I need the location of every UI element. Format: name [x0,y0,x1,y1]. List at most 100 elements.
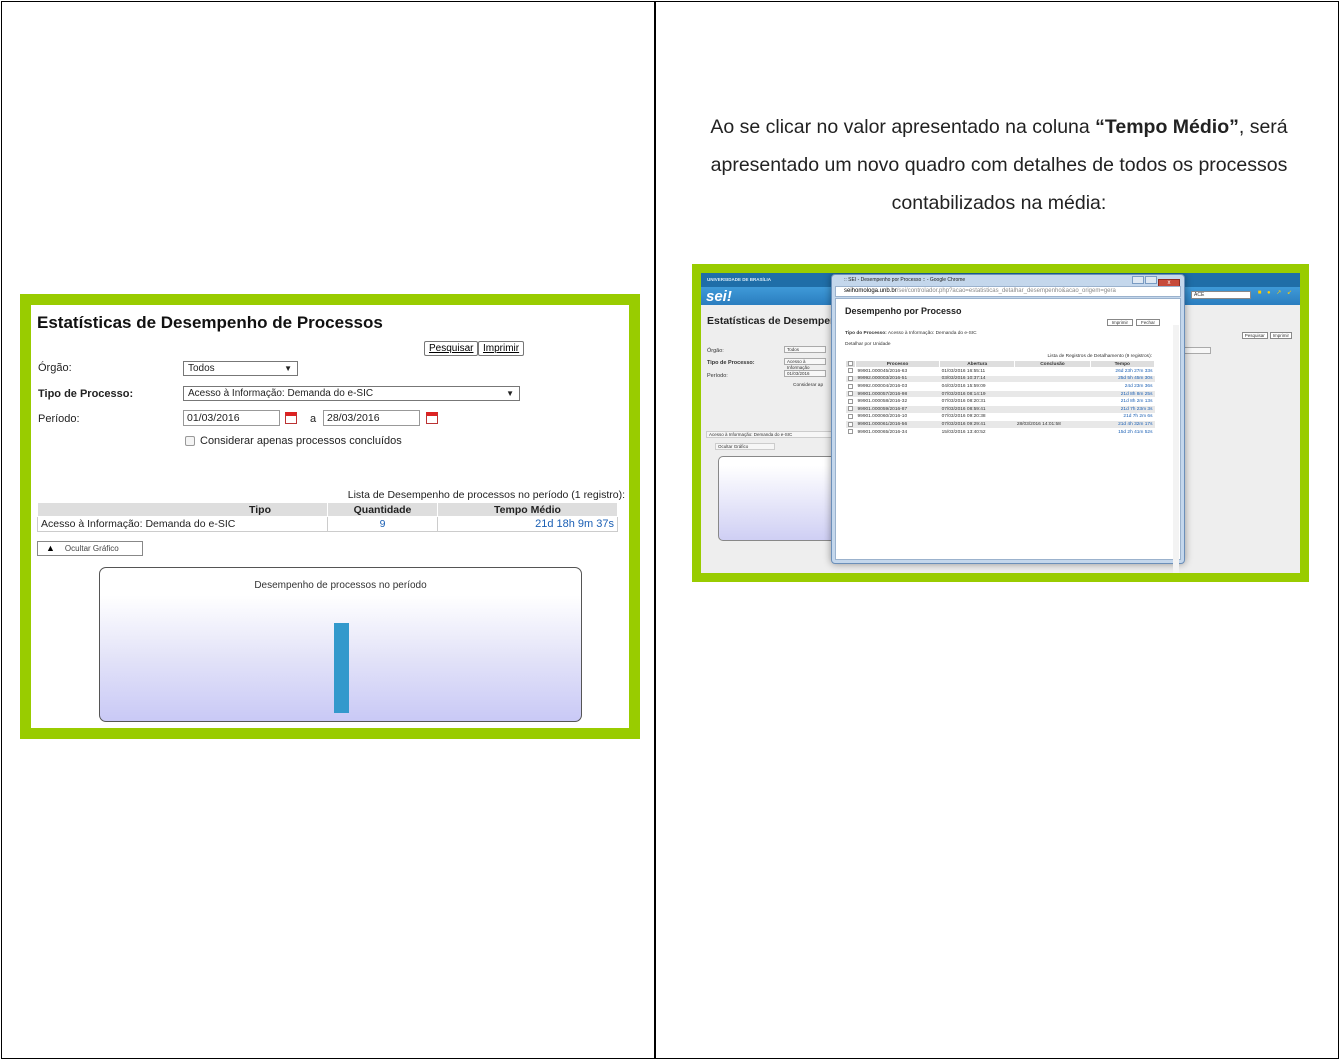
bg-hide-chart: Ocultar Gráfico [715,443,775,450]
calendar-icon[interactable] [426,412,438,424]
cell-tempo: 24d 23m 36s [1090,382,1155,391]
row-checkbox[interactable] [847,376,853,381]
periodo-label: Período: [38,413,80,425]
cell-conclusao [1014,413,1091,422]
explanation-paragraph: Ao se clicar no valor apresentado na col… [710,116,1288,214]
cell-processo[interactable]: 99901.000045/2016-63 [855,367,940,376]
bg-periodo-label: Período: [707,373,728,379]
cell-tipo: Acesso à Informação: Demanda do e-SIC [37,516,328,532]
column-header-tipo: Tipo [37,502,328,517]
bg-table-row: Acesso à Informação: Demanda do e-SIC [706,431,836,438]
tipo-processo-select[interactable]: Acesso à Informação: Demanda do e-SIC ▼ [183,386,520,401]
cell-conclusao [1014,367,1091,376]
hide-chart-button[interactable]: ▲ Ocultar Gráfico [37,541,143,556]
imprimir-button[interactable]: Imprimir [478,341,525,356]
pesquisar-button[interactable]: Pesquisar [424,341,479,356]
chart-bar [334,623,349,713]
column-header-conclusao: Conclusão [1014,360,1091,368]
cell-processo[interactable]: 99901.000061/2016-56 [855,420,940,429]
bg-orgao-select: Todos [784,346,826,353]
periodo-separator: a [310,413,317,425]
chart-panel: Desempenho de processos no período [99,567,582,722]
cell-abertura: 07/03/2016 08:20:31 [939,397,1015,406]
calendar-icon[interactable] [285,412,297,424]
cell-abertura: 07/03/2016 08:59:41 [939,405,1015,414]
cell-processo[interactable]: 99901.000060/2016-10 [855,413,940,422]
popup-tipo: Tipo do Processo: Acesso à Informação: D… [845,331,977,336]
cell-quantidade-link[interactable]: 9 [327,516,438,532]
tipo-processo-label: Tipo de Processo: [38,388,134,400]
table-row: 99992.000003/2016-51 03/03/2016 10:37:14 2… [845,375,1155,384]
cell-conclusao [1014,382,1091,391]
performance-table: Tipo Quantidade Tempo Médio Acesso à Inf… [37,502,618,532]
concluidos-checkbox[interactable] [185,436,195,446]
row-checkbox[interactable] [847,429,853,435]
scrollbar[interactable] [1173,325,1179,573]
popup-fechar-button[interactable]: Fechar [1135,319,1160,326]
column-header-abertura: Abertura [939,360,1016,368]
cell-tempo: 25d 5h 45m 30s [1090,375,1155,384]
periodo-to-input[interactable]: 28/03/2016 [323,410,420,426]
cell-conclusao [1014,390,1091,399]
cell-abertura: 07/03/2016 09:20:38 [939,413,1015,422]
cell-abertura: 04/03/2016 15:59:09 [939,382,1015,391]
cell-abertura: 01/03/2016 16:55:11 [939,367,1015,376]
address-bar[interactable]: seihomologa.unb.br/sei/controlador.php?a… [835,286,1181,297]
table-row: 99901.000059/2016-87 07/03/2016 08:59:41 2… [845,405,1155,414]
page-title: Estatísticas de Desempenho de Processos [37,313,383,332]
cell-abertura: 07/03/2016 08:14:19 [939,390,1015,399]
unit-select[interactable]: ACE [1191,291,1251,299]
column-header-tempo: Tempo [1089,360,1156,368]
cell-tempo-medio-link[interactable]: 21d 18h 9m 37s [437,516,618,532]
popup-title: Desempenho por Processo [845,306,962,316]
cell-processo[interactable]: 99901.000057/2016-98 [855,390,940,399]
cell-conclusao [1014,428,1091,437]
column-header-processo: Processo [854,360,941,368]
bg-chart [718,456,838,541]
cell-processo[interactable]: 99992.000004/2016-03 [855,382,940,391]
background-title: Estatísticas de Desempenho [707,315,850,327]
cell-processo[interactable]: 99901.000058/2016-32 [855,397,940,406]
column-header-tempo-medio: Tempo Médio [437,502,618,517]
triangle-up-icon: ▲ [46,543,55,553]
toolbar-icons: ■ ● ↗ ↙ [1257,290,1294,296]
maximize-button[interactable] [1145,276,1157,284]
orgao-select[interactable]: Todos ▼ [183,361,298,376]
detalhar-por-unidade[interactable]: Detalhar por Unidade [845,342,891,347]
cell-conclusao [1014,397,1091,406]
cell-tempo: 21d 8h 2m 13s [1090,397,1155,406]
table-row: 99901.000058/2016-32 07/03/2016 08:20:31 2… [845,397,1155,406]
periodo-from-input[interactable]: 01/03/2016 [183,410,280,426]
cell-abertura: 15/03/2016 13:40:52 [939,428,1015,437]
minimize-button[interactable] [1132,276,1144,284]
cell-processo[interactable]: 99992.000003/2016-51 [855,375,940,384]
detail-table: Processo Abertura Conclusão Tempo 99901.… [845,360,1156,437]
column-divider [654,2,656,1058]
cell-conclusao: 28/03/2016 14:01:58 [1014,420,1091,429]
sei-logo: sei! [706,288,732,305]
left-screenshot: Estatísticas de Desempenho de Processos … [20,294,640,739]
cell-conclusao [1014,405,1091,414]
cell-tempo: 26d 23h 27m 33s [1090,367,1155,376]
row-checkbox[interactable] [847,413,853,419]
row-checkbox[interactable] [847,398,853,404]
select-all-checkbox[interactable] [848,361,853,367]
cell-processo[interactable]: 99901.000065/2016-34 [855,428,940,437]
cell-processo[interactable]: 99901.000059/2016-87 [855,405,940,414]
left-screenshot-content: Estatísticas de Desempenho de Processos … [31,305,629,728]
orgao-label: Órgão: [38,362,72,374]
chevron-down-icon: ▼ [506,389,514,398]
row-checkbox[interactable] [847,383,853,389]
detail-popup-window: :: SEI - Desempenho por Processo :: - Go… [831,274,1185,573]
chart-title: Desempenho de processos no período [254,580,427,591]
row-checkbox[interactable] [847,406,853,412]
popup-content: Desempenho por Processo Imprimir Fechar T… [835,298,1181,573]
popup-imprimir-button[interactable]: Imprimir [1106,319,1133,326]
cell-tempo: 21d 7h 23m 3s [1090,405,1155,414]
concluidos-label: Considerar apenas processos concluídos [200,435,402,447]
row-checkbox[interactable] [847,391,853,397]
row-checkbox[interactable] [847,368,853,374]
row-checkbox[interactable] [847,421,853,427]
table-row: 99992.000004/2016-03 04/03/2016 15:59:09 2… [845,382,1155,391]
emphasis-tempo-medio: “Tempo Médio” [1095,116,1239,138]
